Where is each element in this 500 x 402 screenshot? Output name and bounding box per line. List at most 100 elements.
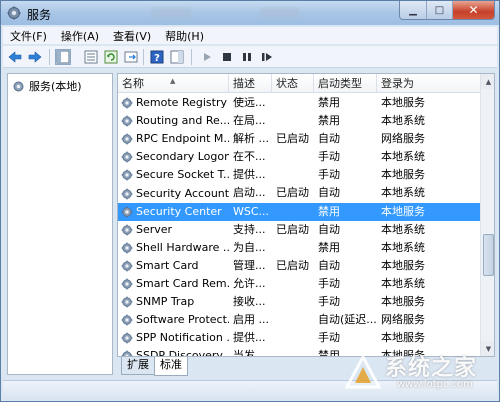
action-pane-button[interactable] (169, 49, 185, 65)
cell-startup-type: 手动 (318, 168, 340, 182)
table-row[interactable]: Smart Card Rem... 允许... 手动 本地系统 (118, 275, 480, 293)
table-row[interactable]: Remote Registry 使远... 禁用 本地服务 (118, 94, 480, 112)
table-row[interactable]: Software Protect... 启用 ... 自动(延迟... 网络服务 (118, 311, 480, 329)
cell-log-on-as: 本地服务 (381, 168, 425, 182)
menu-help[interactable]: 帮助(H) (158, 27, 211, 44)
close-button[interactable]: ✕ (452, 1, 494, 19)
minimize-button[interactable]: ▁ (400, 1, 426, 19)
cell-name: Security Account... (118, 184, 229, 202)
cell-status (272, 203, 314, 221)
title-bar[interactable]: 服务 ▁ □ ✕ (1, 1, 499, 25)
maximize-button[interactable]: □ (426, 1, 452, 19)
cell-startup-type: 禁用 (318, 114, 340, 128)
cell-startup-type: 禁用 (318, 240, 340, 254)
cell-description: WSC... (233, 204, 270, 218)
console-tree-pane: 服务(本地) (7, 73, 113, 375)
forward-button[interactable] (27, 49, 43, 65)
toolbar-separator (143, 49, 144, 65)
column-header-startup-type[interactable]: 启动类型 (314, 74, 377, 93)
cell-status (272, 311, 314, 329)
cell-log-on-as: 本地服务 (381, 295, 425, 309)
scroll-up-button[interactable]: ▲ (481, 74, 494, 89)
help-icon: ? (150, 50, 164, 64)
start-service-button[interactable] (199, 49, 215, 65)
window-controls: ▁ □ ✕ (399, 1, 495, 20)
cell-status (272, 166, 314, 184)
cell-log-on-as: 本地系统 (381, 276, 425, 290)
table-row[interactable]: SPP Notification ... 提供... 手动 本地服务 (118, 329, 480, 347)
cell-description: 当发... (233, 349, 266, 357)
export-list-button[interactable] (123, 49, 139, 65)
tab-standard[interactable]: 标准 (154, 357, 188, 376)
stop-service-button[interactable] (219, 49, 235, 65)
service-gear-icon (121, 133, 133, 145)
cell-description: 在不... (233, 150, 266, 164)
menu-view[interactable]: 查看(V) (106, 27, 158, 44)
cell-description: 解析 ... (233, 132, 269, 146)
service-gear-icon (121, 151, 133, 163)
cell-description: 允许... (233, 276, 266, 290)
cell-status (272, 94, 314, 112)
services-window: 服务 ▁ □ ✕ 文件(F) 操作(A) 查看(V) 帮助(H) ? 服务(本地… (0, 0, 500, 402)
cell-description: 支持... (233, 222, 266, 236)
cell-name: RPC Endpoint M... (118, 130, 229, 148)
cell-startup-type: 手动 (318, 331, 340, 345)
restart-service-button[interactable] (259, 49, 275, 65)
pause-service-button[interactable] (239, 49, 255, 65)
back-button[interactable] (7, 49, 23, 65)
table-row[interactable]: Shell Hardware ... 为自... 禁用 本地系统 (118, 239, 480, 257)
services-app-icon (7, 6, 21, 20)
service-gear-icon (121, 115, 133, 127)
table-row[interactable]: Server 支持... 已启动 自动 本地系统 (118, 221, 480, 239)
column-header-description[interactable]: 描述 (229, 74, 272, 93)
cell-status: 已启动 (276, 258, 309, 272)
service-gear-icon (121, 314, 133, 326)
cell-startup-type: 禁用 (318, 96, 340, 109)
service-gear-icon (121, 224, 133, 236)
service-gear-icon (121, 350, 133, 356)
cell-description: 为自... (233, 240, 266, 254)
cell-startup-type: 自动 (318, 132, 340, 146)
column-header-name[interactable]: ▲ 名称 (118, 74, 229, 93)
cell-startup-type: 禁用 (318, 204, 340, 218)
refresh-button[interactable] (103, 49, 119, 65)
menu-action[interactable]: 操作(A) (54, 27, 106, 44)
table-row[interactable]: Routing and Re... 在局... 禁用 本地系统 (118, 112, 480, 130)
vertical-scrollbar[interactable]: ▲ ▼ (480, 74, 494, 356)
play-icon (204, 53, 211, 61)
service-gear-icon (121, 170, 133, 181)
view-tabs: 扩展 标准 (117, 357, 495, 377)
scrollbar-thumb[interactable] (483, 234, 494, 276)
minimize-icon: ▁ (409, 4, 417, 16)
cell-status (272, 112, 314, 130)
cell-log-on-as: 本地系统 (381, 222, 425, 236)
tree-item-services-local[interactable]: 服务(本地) (12, 78, 82, 94)
tab-extended[interactable]: 扩展 (121, 357, 155, 375)
show-hide-tree-button[interactable] (55, 49, 71, 65)
table-row[interactable]: Security Account... 启动... 已启动自动 本地系统 (118, 184, 480, 202)
help-button[interactable]: ? (149, 49, 165, 65)
table-row[interactable]: SSDP Discovery 当发... 禁用 本地服务 (118, 347, 480, 357)
table-header: ▲ 名称 描述 状态 启动类型 登录为 (118, 74, 480, 93)
scroll-down-icon: ▼ (485, 344, 492, 353)
menu-file[interactable]: 文件(F) (3, 27, 54, 44)
scroll-down-button[interactable]: ▼ (481, 341, 494, 356)
table-row[interactable]: Smart Card 管理... 已启动 自动 本地服务 (118, 257, 480, 275)
cell-name: Shell Hardware ... (118, 239, 229, 257)
scroll-up-icon: ▲ (485, 77, 492, 86)
column-header-status[interactable]: 状态 (272, 74, 314, 93)
table-row[interactable]: RPC Endpoint M... 解析 ... 已启动 自动 网络服务 (118, 130, 480, 148)
refresh-icon (104, 50, 118, 64)
table-row[interactable]: SNMP Trap 接收... 手动 本地服务 (118, 293, 480, 311)
cell-startup-type: 自动 (318, 222, 340, 236)
forward-arrow-icon (28, 51, 42, 63)
table-row[interactable]: Secondary Logon 在不... 手动 本地系统 (118, 148, 480, 166)
column-header-log-on-as[interactable]: 登录为 (377, 74, 480, 93)
cell-name: Smart Card (118, 257, 229, 275)
cell-status (272, 347, 314, 356)
properties-list-button[interactable] (83, 49, 99, 65)
table-row[interactable]: Secure Socket T... 提供... 手动 本地服务 (118, 166, 480, 184)
table-row[interactable]: Security Center WSC... 禁用 本地服务 (118, 202, 480, 221)
restart-icon (262, 53, 272, 61)
pause-icon (243, 53, 251, 61)
